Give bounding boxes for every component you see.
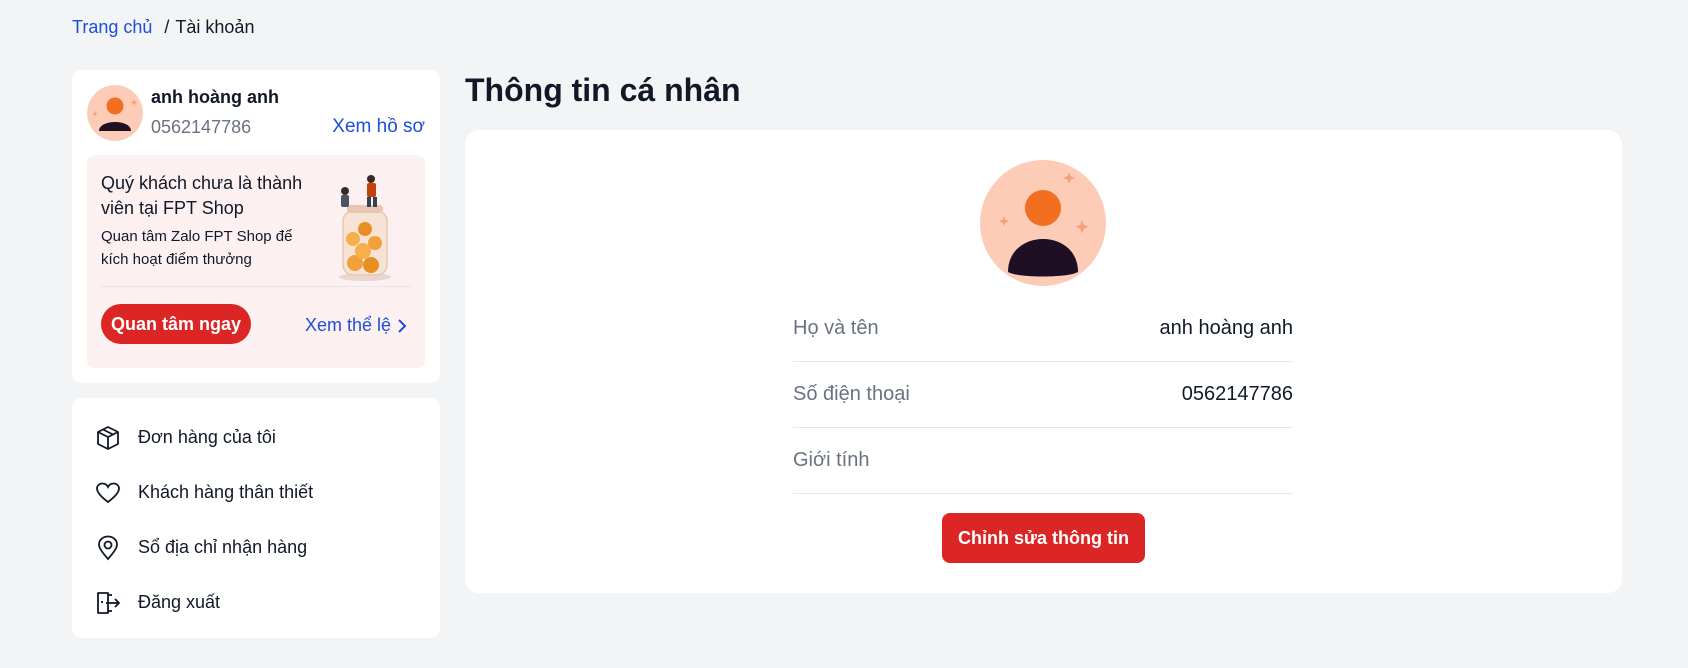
profile-name: anh hoàng anh <box>151 87 279 107</box>
menu-item-loyal-customer[interactable]: Khách hàng thân thiết <box>94 465 418 520</box>
info-row-phone: Số điện thoại 0562147786 <box>793 362 1293 428</box>
info-row-gender: Giới tính <box>793 428 1293 494</box>
breadcrumb: Trang chủ / Tài khoản <box>72 17 254 38</box>
profile-phone: 0562147786 <box>151 117 252 137</box>
avatar-large-icon <box>980 160 1106 286</box>
menu-item-label: Đăng xuất <box>138 592 221 612</box>
promo-divider <box>101 286 411 287</box>
menu-item-label: Đơn hàng của tôi <box>138 427 276 447</box>
menu-item-label: Sổ địa chỉ nhận hàng <box>138 537 308 557</box>
location-pin-icon <box>94 534 122 562</box>
view-rules-link[interactable]: Xem thể lệ <box>305 315 407 336</box>
menu-item-address-book[interactable]: Sổ địa chỉ nhận hàng <box>94 520 418 575</box>
view-profile-link[interactable]: Xem hồ sơ <box>332 116 425 138</box>
info-row-fullname: Họ và tên anh hoàng anh <box>793 296 1293 362</box>
info-value: 0562147786 <box>1181 383 1293 405</box>
breadcrumb-separator: / <box>164 17 170 37</box>
profile-info: anh hoàng anh 0562147786 <box>151 85 279 138</box>
menu-item-label: Khách hàng thân thiết <box>138 482 314 502</box>
menu-item-logout[interactable]: Đăng xuất <box>94 575 418 630</box>
chevron-right-icon <box>398 318 407 333</box>
profile-header: anh hoàng anh 0562147786 Xem hồ sơ <box>87 85 425 143</box>
promo-subtitle: Quan tâm Zalo FPT Shop để kích hoạt điểm… <box>101 228 293 268</box>
info-list: Họ và tên anh hoàng anh Số điện thoại 05… <box>793 296 1293 494</box>
profile-card: anh hoàng anh 0562147786 Xem hồ sơ Quý k… <box>72 70 440 383</box>
breadcrumb-current: Tài khoản <box>175 17 255 37</box>
info-label: Họ và tên <box>793 317 879 339</box>
page-title: Thông tin cá nhân <box>465 72 741 108</box>
avatar <box>87 85 143 141</box>
breadcrumb-home-link[interactable]: Trang chủ <box>72 17 152 38</box>
menu-item-orders[interactable]: Đơn hàng của tôi <box>94 410 418 465</box>
membership-promo: Quý khách chưa là thành viên tại FPT Sho… <box>87 155 425 368</box>
info-label: Giới tính <box>793 449 870 471</box>
promo-title: Quý khách chưa là thành viên tại FPT Sho… <box>101 173 303 218</box>
info-label: Số điện thoại <box>793 383 910 405</box>
coin-jar-illustration-icon <box>339 175 391 281</box>
logout-icon <box>94 589 122 617</box>
edit-info-button[interactable]: Chỉnh sửa thông tin <box>942 513 1145 563</box>
heart-icon <box>94 479 122 507</box>
info-value: anh hoàng anh <box>1159 317 1293 339</box>
personal-info-card: Họ và tên anh hoàng anh Số điện thoại 05… <box>465 130 1622 593</box>
box-icon <box>94 424 122 452</box>
account-menu: Đơn hàng của tôi Khách hàng thân thiết S… <box>72 398 440 638</box>
view-rules-label: Xem thể lệ <box>304 315 391 335</box>
follow-zalo-button[interactable]: Quan tâm ngay <box>101 304 252 344</box>
avatar-icon <box>87 85 143 141</box>
